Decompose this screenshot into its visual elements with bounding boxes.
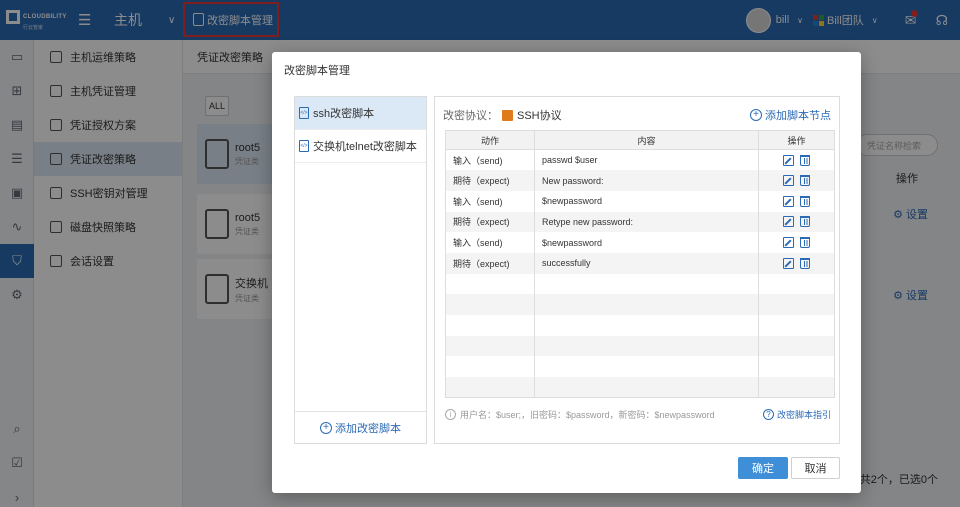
cell-ops — [758, 170, 835, 191]
table-row: 期待（expect) Retype new password: — [445, 211, 835, 233]
delete-icon[interactable] — [800, 237, 810, 249]
empty-table-row — [445, 377, 835, 399]
delete-icon[interactable] — [800, 257, 810, 269]
script-guide-link[interactable]: ? 改密脚本指引 — [762, 408, 831, 421]
cell-action — [445, 335, 535, 357]
edit-icon[interactable] — [783, 237, 794, 249]
empty-table-row — [445, 356, 835, 378]
add-script-label: 添加改密脚本 — [335, 422, 401, 435]
code-file-icon: </> — [299, 140, 309, 152]
cell-content: successfully — [534, 252, 759, 274]
table-row: 输入（send) passwd $user — [445, 149, 835, 171]
cancel-button[interactable]: 取消 — [791, 457, 840, 479]
column-header-ops: 操作 — [758, 130, 835, 150]
cell-ops — [758, 294, 835, 315]
cell-content: passwd $user — [534, 149, 759, 171]
variable-hint: i 用户名：$user;，旧密码：$password，新密码：$newpassw… — [445, 408, 715, 421]
cell-action — [445, 294, 535, 315]
help-icon: ? — [762, 409, 774, 420]
script-label: ssh改密脚本 — [313, 108, 375, 120]
guide-label: 改密脚本指引 — [776, 410, 831, 420]
empty-table-row — [445, 273, 835, 295]
cell-action — [445, 377, 535, 399]
empty-table-row — [445, 315, 835, 336]
cell-action: 期待（expect) — [445, 170, 535, 191]
table-row: 期待（expect) New password: — [445, 170, 835, 191]
cell-ops — [758, 377, 835, 399]
cell-content — [534, 294, 759, 315]
script-detail: 改密协议： SSH协议 + 添加脚本节点 动作 内容 操作 输入（send) pa… — [434, 96, 840, 444]
info-icon: i — [445, 409, 456, 420]
table-row: 输入（send) $newpassword — [445, 232, 835, 253]
cell-action: 输入（send) — [445, 232, 535, 253]
edit-icon[interactable] — [783, 154, 794, 166]
cell-content — [534, 335, 759, 357]
cell-action: 输入（send) — [445, 149, 535, 171]
hint-text: 用户名：$user;，旧密码：$password，新密码：$newpasswor… — [460, 410, 715, 420]
cell-ops — [758, 149, 835, 171]
plus-circle-icon: + — [320, 421, 332, 434]
ssh-icon — [502, 109, 513, 121]
delete-icon[interactable] — [800, 195, 810, 207]
edit-icon[interactable] — [783, 257, 794, 269]
cell-action: 期待（expect) — [445, 211, 535, 233]
delete-icon[interactable] — [800, 175, 810, 187]
cell-ops — [758, 335, 835, 357]
cell-content — [534, 377, 759, 399]
cell-content — [534, 273, 759, 295]
plus-circle-icon: + — [750, 109, 762, 121]
cell-content: $newpassword — [534, 190, 759, 212]
cell-content: Retype new password: — [534, 211, 759, 233]
add-node-label: 添加脚本节点 — [765, 110, 831, 122]
cell-action — [445, 273, 535, 295]
column-header-content: 内容 — [534, 130, 759, 150]
cell-ops — [758, 315, 835, 336]
script-steps-table: 动作 内容 操作 输入（send) passwd $user 期待（expect) N… — [445, 130, 835, 399]
script-item-ssh[interactable]: </> ssh改密脚本 — [295, 97, 426, 130]
cell-ops — [758, 190, 835, 212]
delete-icon[interactable] — [800, 216, 810, 228]
cell-action: 输入（send) — [445, 190, 535, 212]
code-file-icon: </> — [299, 107, 309, 119]
script-management-modal: 改密脚本管理 </> ssh改密脚本 </> 交换机telnet改密脚本 + 添… — [272, 52, 861, 493]
delete-icon[interactable] — [800, 154, 810, 166]
cell-content: $newpassword — [534, 232, 759, 253]
cell-ops — [758, 252, 835, 274]
script-item-telnet[interactable]: </> 交换机telnet改密脚本 — [295, 130, 426, 163]
column-header-action: 动作 — [445, 130, 535, 150]
script-list: </> ssh改密脚本 </> 交换机telnet改密脚本 + 添加改密脚本 — [294, 96, 427, 444]
edit-icon[interactable] — [783, 216, 794, 228]
empty-table-row — [445, 294, 835, 315]
cell-ops — [758, 232, 835, 253]
edit-icon[interactable] — [783, 195, 794, 207]
protocol-label: 改密协议： — [443, 110, 498, 122]
cell-content — [534, 315, 759, 336]
cell-content: New password: — [534, 170, 759, 191]
cell-ops — [758, 356, 835, 378]
cell-content — [534, 356, 759, 378]
edit-icon[interactable] — [783, 175, 794, 187]
modal-title: 改密脚本管理 — [284, 65, 350, 77]
cell-ops — [758, 273, 835, 295]
add-script-button[interactable]: + 添加改密脚本 — [295, 411, 426, 443]
add-node-button[interactable]: + 添加脚本节点 — [750, 107, 831, 123]
cell-action — [445, 356, 535, 378]
table-row: 输入（send) $newpassword — [445, 190, 835, 212]
cell-action — [445, 315, 535, 336]
script-label: 交换机telnet改密脚本 — [313, 141, 417, 153]
confirm-button[interactable]: 确定 — [738, 457, 788, 479]
table-row: 期待（expect) successfully — [445, 252, 835, 274]
protocol-value: SSH协议 — [517, 110, 562, 122]
cell-action: 期待（expect) — [445, 252, 535, 274]
protocol-row: 改密协议： SSH协议 — [443, 107, 562, 123]
empty-table-row — [445, 335, 835, 357]
cell-ops — [758, 211, 835, 233]
